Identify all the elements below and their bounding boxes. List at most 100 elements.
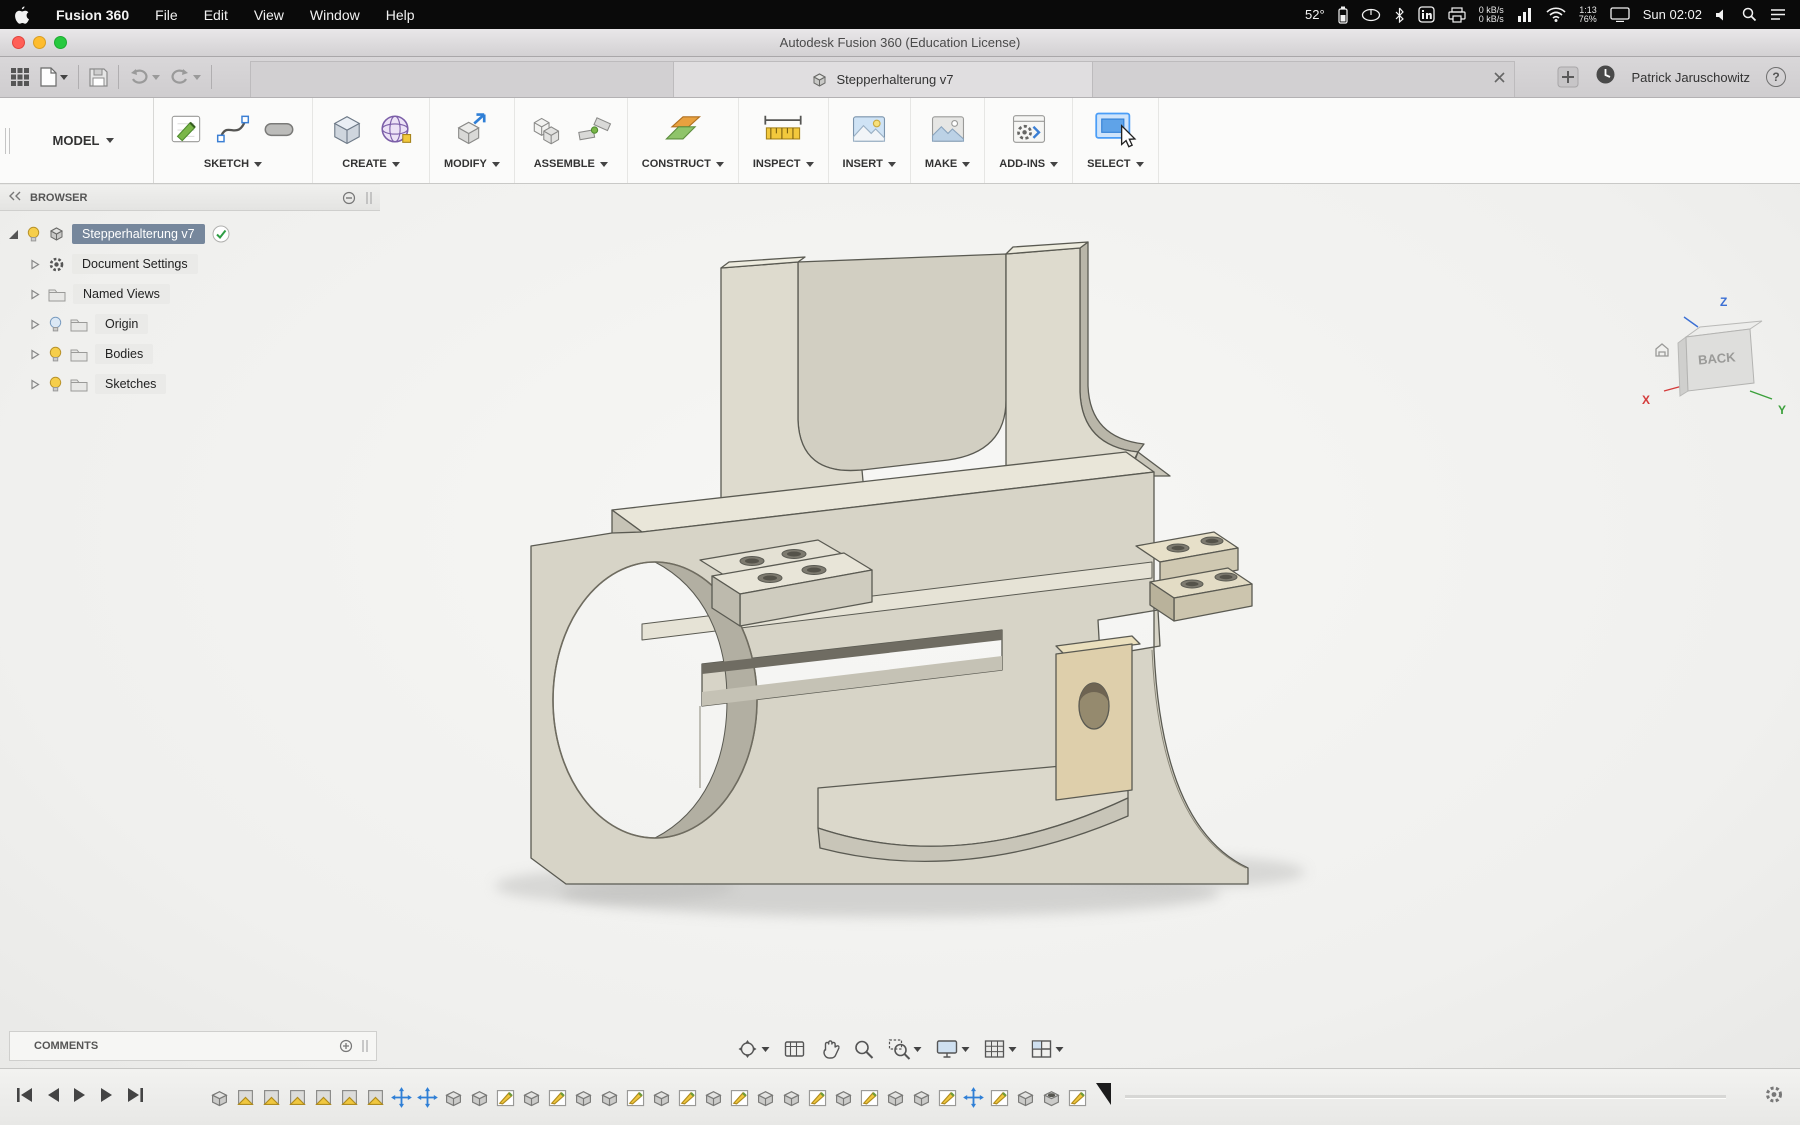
addins-menu[interactable]: ADD-INS — [999, 158, 1059, 170]
measure-icon[interactable] — [762, 109, 804, 149]
browser-item-label[interactable]: Document Settings — [72, 254, 198, 274]
menu-file[interactable]: File — [155, 7, 178, 23]
make-menu[interactable]: MAKE — [925, 158, 971, 170]
sketch-feature-icon[interactable] — [624, 1086, 647, 1109]
close-window-button[interactable] — [12, 36, 25, 49]
plane-feature-icon[interactable] — [338, 1086, 361, 1109]
display-settings-button[interactable] — [936, 1039, 970, 1059]
new-document-tab-button[interactable] — [1557, 66, 1579, 88]
browser-root-item[interactable]: Stepperhalterung v7 — [8, 219, 380, 249]
redo-button[interactable] — [170, 68, 201, 86]
wifi-icon[interactable] — [1546, 7, 1566, 22]
make-3d-print-icon[interactable] — [927, 109, 969, 149]
menu-window[interactable]: Window — [310, 7, 360, 23]
close-tab-icon[interactable] — [1493, 71, 1506, 89]
comments-bar[interactable]: COMMENTS — [9, 1031, 377, 1061]
select-menu[interactable]: SELECT — [1087, 158, 1144, 170]
timeline-position-marker[interactable] — [1096, 1083, 1111, 1105]
collapse-panel-icon[interactable] — [8, 191, 22, 204]
extrude-feature-icon[interactable] — [442, 1086, 465, 1109]
slot-tool-icon[interactable] — [260, 110, 298, 148]
undo-button[interactable] — [129, 68, 160, 86]
timeline-settings-gear-icon[interactable] — [1764, 1085, 1784, 1110]
extrude-feature-icon[interactable] — [650, 1086, 673, 1109]
visibility-lightbulb-icon[interactable] — [48, 346, 63, 363]
browser-item-label[interactable]: Bodies — [95, 344, 154, 364]
extrude-feature-icon[interactable] — [468, 1086, 491, 1109]
insert-image-icon[interactable] — [848, 109, 890, 149]
inspect-menu[interactable]: INSPECT — [753, 158, 814, 170]
disclosure-expanded-icon[interactable] — [8, 229, 19, 240]
hole-feature-icon[interactable] — [1040, 1086, 1063, 1109]
data-panel-grid-button[interactable] — [10, 67, 30, 87]
move-feature-icon[interactable] — [416, 1086, 439, 1109]
assemble-menu[interactable]: ASSEMBLE — [534, 158, 608, 170]
extrude-feature-icon[interactable] — [884, 1086, 907, 1109]
timeline-track[interactable] — [208, 1069, 1740, 1125]
document-tab[interactable]: Stepperhalterung v7 — [672, 62, 1093, 97]
extrude-feature-icon[interactable] — [598, 1086, 621, 1109]
visibility-lightbulb-icon[interactable] — [48, 376, 63, 393]
extrude-feature-icon[interactable] — [520, 1086, 543, 1109]
panel-grip-icon[interactable] — [362, 1039, 368, 1053]
press-pull-icon[interactable] — [452, 109, 492, 149]
disclosure-collapsed-icon[interactable] — [30, 348, 41, 360]
temperature-status[interactable]: 52° — [1305, 7, 1325, 22]
disclosure-collapsed-icon[interactable] — [30, 378, 41, 390]
spotlight-search-icon[interactable] — [1742, 7, 1757, 22]
disclosure-collapsed-icon[interactable] — [30, 258, 41, 270]
browser-item-document-settings[interactable]: Document Settings — [8, 249, 380, 279]
display-airplay-icon[interactable] — [1610, 7, 1630, 22]
plane-feature-icon[interactable] — [312, 1086, 335, 1109]
toolbar-grip-handle[interactable] — [0, 98, 14, 183]
construct-menu[interactable]: CONSTRUCT — [642, 158, 724, 170]
browser-item-bodies[interactable]: Bodies — [8, 339, 380, 369]
move-feature-icon[interactable] — [962, 1086, 985, 1109]
volume-icon[interactable] — [1715, 8, 1729, 22]
construction-plane-icon[interactable] — [662, 109, 704, 149]
notification-center-icon[interactable] — [1770, 8, 1786, 21]
minimize-window-button[interactable] — [33, 36, 46, 49]
extrude-feature-icon[interactable] — [832, 1086, 855, 1109]
browser-item-origin[interactable]: Origin — [8, 309, 380, 339]
extrude-feature-icon[interactable] — [208, 1086, 231, 1109]
battery-icon[interactable] — [1338, 6, 1348, 24]
timeline-slider-channel[interactable] — [1125, 1095, 1726, 1099]
extrude-feature-icon[interactable] — [1014, 1086, 1037, 1109]
printer-icon[interactable] — [1448, 6, 1466, 23]
modify-menu[interactable]: MODIFY — [444, 158, 500, 170]
viewports-button[interactable] — [1031, 1039, 1064, 1059]
skip-to-end-button[interactable] — [127, 1087, 144, 1108]
file-menu-button[interactable] — [40, 67, 68, 87]
zoom-button[interactable] — [854, 1039, 875, 1060]
sketch-feature-icon[interactable] — [858, 1086, 881, 1109]
zoom-window-button[interactable] — [54, 36, 67, 49]
plane-feature-icon[interactable] — [364, 1086, 387, 1109]
joint-icon[interactable] — [575, 110, 613, 148]
plane-feature-icon[interactable] — [234, 1086, 257, 1109]
disclosure-collapsed-icon[interactable] — [30, 288, 41, 300]
sketch-feature-icon[interactable] — [546, 1086, 569, 1109]
job-status-clock-icon[interactable] — [1595, 64, 1616, 90]
add-comment-icon[interactable] — [339, 1039, 353, 1053]
sketch-feature-icon[interactable] — [806, 1086, 829, 1109]
step-back-button[interactable] — [46, 1087, 60, 1108]
menu-help[interactable]: Help — [386, 7, 415, 23]
scripts-addins-icon[interactable] — [1008, 109, 1050, 149]
workspace-switcher[interactable]: MODEL — [14, 98, 154, 183]
create-form-icon[interactable] — [375, 109, 415, 149]
insert-menu[interactable]: INSERT — [843, 158, 896, 170]
extrude-feature-icon[interactable] — [754, 1086, 777, 1109]
mouse-status-icon[interactable] — [1361, 8, 1381, 22]
create-solid-icon[interactable] — [327, 109, 367, 149]
visibility-lightbulb-icon[interactable] — [48, 316, 63, 333]
bluetooth-icon[interactable] — [1394, 7, 1405, 23]
visibility-lightbulb-icon[interactable] — [26, 226, 41, 243]
linkedin-app-icon[interactable] — [1418, 6, 1435, 23]
browser-item-named-views[interactable]: Named Views — [8, 279, 380, 309]
help-button[interactable]: ? — [1766, 67, 1786, 87]
look-at-button[interactable] — [784, 1039, 806, 1059]
skip-to-start-button[interactable] — [16, 1087, 33, 1108]
sketch-feature-icon[interactable] — [494, 1086, 517, 1109]
window-titlebar[interactable]: Autodesk Fusion 360 (Education License) — [0, 29, 1800, 57]
